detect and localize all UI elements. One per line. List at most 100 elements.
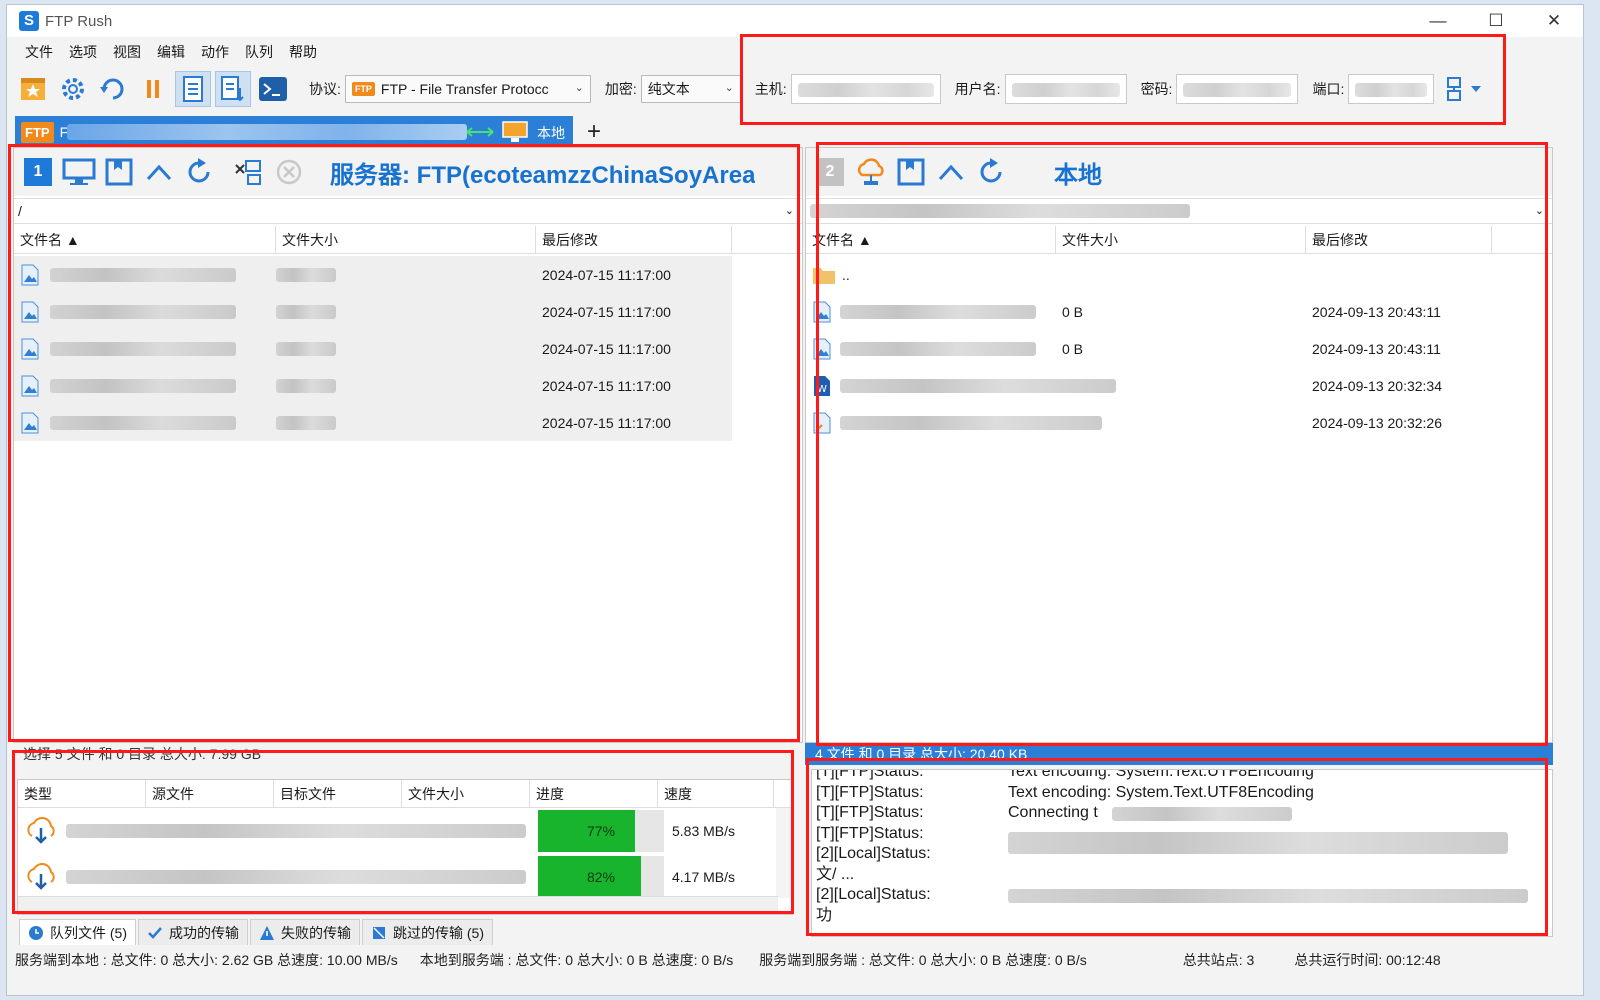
bookmark-icon [897,158,925,186]
app-logo-icon: S [19,11,39,31]
server-file-row[interactable]: 2024-07-15 11:17:00 [14,293,732,330]
username-label: 用户名: [954,81,1001,97]
settings-button[interactable] [55,71,91,107]
local-tab-label: 本地 [537,125,565,141]
image-file-icon [21,301,39,322]
maximize-button[interactable]: ☐ [1467,5,1525,37]
parent-dir-row[interactable]: .. [806,256,1552,293]
log-panel: [T][FTP]Status: Text encoding: System.Te… [811,769,1553,937]
toolbar: 协议: FTP FTP - File Transfer Protocc ⌄ 加密… [7,67,1583,111]
local-panel: 2 本地 ⌄ 文件名 ▲ 文件大小 最后修改 .. 0 B 2024-09-13… [805,147,1553,743]
menu-edit[interactable]: 编辑 [149,42,193,62]
local-path-input[interactable]: ⌄ [806,198,1552,224]
status-server-to-local: 服务端到本地 : 总文件: 0 总大小: 2.62 GB 总速度: 10.00 … [15,952,398,968]
column-modified[interactable]: 最后修改 [1306,226,1492,254]
column-size[interactable]: 文件大小 [276,226,536,254]
ftp-icon: FTP [351,82,375,96]
protocol-select[interactable]: FTP FTP - File Transfer Protocc ⌄ [344,75,591,103]
column-name[interactable]: 文件名 ▲ [806,226,1056,254]
refresh-button[interactable] [974,155,1008,189]
queue-col-source[interactable]: 源文件 [146,780,274,808]
refresh-button[interactable] [182,155,216,189]
column-size[interactable]: 文件大小 [1056,226,1306,254]
server-path-input[interactable]: / ⌄ [14,198,802,224]
reconnect-button[interactable] [95,71,131,107]
server-file-modified: 2024-07-15 11:17:00 [542,414,671,431]
menu-view[interactable]: 视图 [105,42,149,62]
local-file-size: 0 B [1062,303,1084,320]
queue-col-type[interactable]: 类型 [18,780,146,808]
menu-queue[interactable]: 队列 [237,42,281,62]
queue-col-progress[interactable]: 进度 [530,780,658,808]
svg-text:W: W [817,384,827,395]
server-file-modified: 2024-07-15 11:17:00 [542,377,671,394]
host-input[interactable] [790,74,941,104]
close-button[interactable]: ✕ [1525,5,1583,37]
log-line: [2][Local]Status: [812,885,1552,906]
menu-help[interactable]: 帮助 [281,42,325,62]
menu-file[interactable]: 文件 [17,42,61,62]
status-total-sites: 总共站点: 3 [1182,952,1255,968]
add-tab-button[interactable]: + [587,118,601,146]
queue-horizontal-scrollbar[interactable] [18,896,778,914]
tab-skipped-transfers[interactable]: 跳过的传输 (5) [362,919,493,945]
queue-toggle-button[interactable] [215,71,251,107]
tab-successful-transfers[interactable]: 成功的传输 [138,919,248,945]
local-file-row[interactable]: 0 B 2024-09-13 20:43:11 [806,293,1552,330]
column-modified[interactable]: 最后修改 [536,226,732,254]
switch-to-server-button[interactable] [854,155,888,189]
server-file-row[interactable]: 2024-07-15 11:17:00 [14,330,732,367]
ftp-icon: FTP [21,121,54,143]
log-line: [T][FTP]Status: [812,824,1552,854]
local-file-row[interactable]: 0 B 2024-09-13 20:43:11 [806,330,1552,367]
queue-vertical-scrollbar[interactable] [776,808,792,898]
queue-col-target[interactable]: 目标文件 [274,780,402,808]
local-file-row[interactable]: 2024-09-13 20:32:26 [806,404,1552,441]
server-file-row[interactable]: 2024-07-15 11:17:00 [14,404,732,441]
switch-to-local-button[interactable] [62,155,96,189]
tab-failed-transfers[interactable]: 失败的传输 [250,919,360,945]
queue-col-speed[interactable]: 速度 [658,780,774,808]
quick-connect-button[interactable] [1442,71,1488,107]
bookmark-button[interactable] [102,155,136,189]
server-file-row[interactable]: 2024-07-15 11:17:00 [14,367,732,404]
pause-button[interactable] [135,71,171,107]
queue-row[interactable]: 77% 5.83 MB/s [18,808,792,854]
bookmark-button[interactable] [894,155,928,189]
disconnect-button[interactable] [232,155,266,189]
window-controls: — ☐ ✕ [1409,5,1583,37]
port-input[interactable] [1348,74,1435,104]
queue-row[interactable]: 82% 4.17 MB/s [18,854,792,900]
link-arrows-icon [466,127,494,137]
parent-dir-button[interactable] [142,155,176,189]
chevron-up-icon [938,164,964,181]
queue-col-size[interactable]: 文件大小 [402,780,530,808]
log-toggle-button[interactable] [175,71,211,107]
connection-tab[interactable]: FTP F 本地 [15,116,573,148]
stop-button[interactable] [272,155,306,189]
tab-queued-files[interactable]: 队列文件 (5) [19,919,136,945]
local-file-row[interactable]: W 2024-09-13 20:32:34 [806,367,1552,404]
queue-speed: 5.83 MB/s [672,823,736,839]
server-file-row[interactable]: 2024-07-15 11:17:00 [14,256,732,293]
menu-action[interactable]: 动作 [193,42,237,62]
image-file-icon [21,338,39,359]
queue-speed: 4.17 MB/s [672,869,736,885]
gear-icon [62,78,84,100]
encryption-select[interactable]: 纯文本 ⌄ [640,75,741,103]
status-bar: 服务端到本地 : 总文件: 0 总大小: 2.62 GB 总速度: 10.00 … [7,949,1583,971]
minimize-button[interactable]: — [1409,5,1467,37]
password-label: 密码: [1140,81,1173,97]
parent-dir-button[interactable] [934,155,968,189]
column-name[interactable]: 文件名 ▲ [14,226,276,254]
host-label: 主机: [754,81,787,97]
title-bar: S FTP Rush — ☐ ✕ [7,5,1583,37]
image-file-icon [21,375,39,396]
terminal-button[interactable] [255,71,291,107]
site-manager-button[interactable] [15,71,51,107]
password-input[interactable] [1176,74,1299,104]
server-panel-header: 1 服务器: FTP(ecoteamzzChinaSoyArea [14,148,802,196]
username-input[interactable] [1004,74,1127,104]
server-file-modified: 2024-07-15 11:17:00 [542,266,671,283]
menu-options[interactable]: 选项 [61,42,105,62]
